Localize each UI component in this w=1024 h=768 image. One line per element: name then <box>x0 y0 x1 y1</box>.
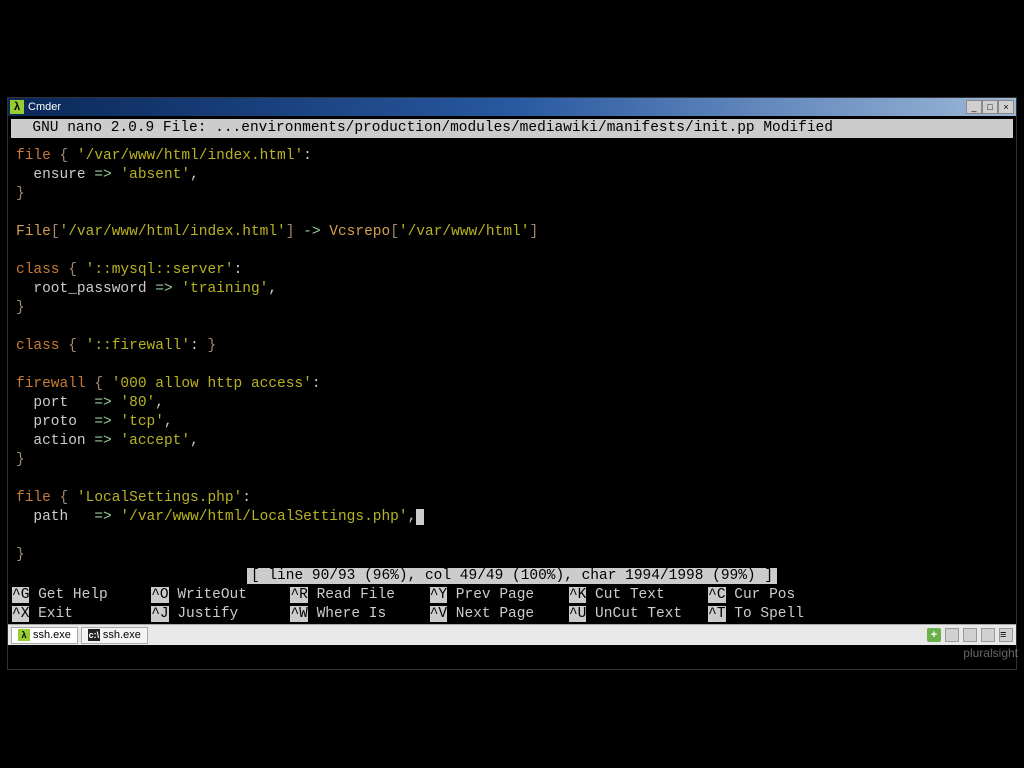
app-icon: λ <box>10 100 24 114</box>
cmder-window: λ Cmder _ □ × GNU nano 2.0.9 File: ...en… <box>7 97 1017 670</box>
tab-label: ssh.exe <box>33 629 71 641</box>
nano-shortcuts-row: ^G Get Help ^O WriteOut ^R Read File ^Y … <box>8 586 1016 605</box>
code-line: action => 'accept', <box>16 432 1008 451</box>
lambda-icon: λ <box>18 629 30 641</box>
shortcut-readfile[interactable]: ^R <box>290 587 307 603</box>
code-line: } <box>16 185 1008 204</box>
blank-line <box>16 356 1008 375</box>
terminal[interactable]: GNU nano 2.0.9 File: ...environments/pro… <box>8 119 1016 624</box>
tray-button-3[interactable] <box>981 628 995 642</box>
editor-body[interactable]: file { '/var/www/html/index.html': ensur… <box>8 141 1016 565</box>
blank-line <box>16 204 1008 223</box>
code-line: firewall { '000 allow http access': <box>16 375 1008 394</box>
code-line: root_password => 'training', <box>16 280 1008 299</box>
blank-line <box>16 527 1008 546</box>
shortcut-writeout[interactable]: ^O <box>151 587 168 603</box>
code-line: class { '::firewall': } <box>16 337 1008 356</box>
titlebar[interactable]: λ Cmder _ □ × <box>8 98 1016 116</box>
close-button[interactable]: × <box>998 100 1014 114</box>
tray-button-2[interactable] <box>963 628 977 642</box>
new-tab-button[interactable]: + <box>927 628 941 642</box>
shortcut-nextpage[interactable]: ^V <box>430 606 447 622</box>
tab-ssh-2[interactable]: c:\ ssh.exe <box>81 627 148 644</box>
code-line: } <box>16 451 1008 470</box>
nano-shortcuts-row: ^X Exit ^J Justify ^W Where Is ^V Next P… <box>8 605 1016 624</box>
tray-menu-button[interactable]: ≡ <box>999 628 1013 642</box>
shortcut-uncut[interactable]: ^U <box>569 606 586 622</box>
code-line: file { 'LocalSettings.php': <box>16 489 1008 508</box>
shortcut-curpos[interactable]: ^C <box>708 587 725 603</box>
blank-line <box>16 470 1008 489</box>
code-line: path => '/var/www/html/LocalSettings.php… <box>16 508 1008 527</box>
code-line: proto => 'tcp', <box>16 413 1008 432</box>
tray-button-1[interactable] <box>945 628 959 642</box>
code-line: file { '/var/www/html/index.html': <box>16 147 1008 166</box>
shortcut-justify[interactable]: ^J <box>151 606 168 622</box>
cursor <box>416 509 424 525</box>
shortcut-whereis[interactable]: ^W <box>290 606 307 622</box>
shortcut-spell[interactable]: ^T <box>708 606 725 622</box>
tab-ssh-1[interactable]: λ ssh.exe <box>11 627 78 644</box>
window-title: Cmder <box>28 101 61 113</box>
code-line: class { '::mysql::server': <box>16 261 1008 280</box>
shortcut-help[interactable]: ^G <box>12 587 29 603</box>
maximize-button[interactable]: □ <box>982 100 998 114</box>
tab-label: ssh.exe <box>103 629 141 641</box>
blank-line <box>16 318 1008 337</box>
window-controls: _ □ × <box>966 100 1014 114</box>
shortcut-prevpage[interactable]: ^Y <box>430 587 447 603</box>
code-line: } <box>16 546 1008 565</box>
nano-status: [ line 90/93 (96%), col 49/49 (100%), ch… <box>8 567 1016 586</box>
cmd-icon: c:\ <box>88 629 100 641</box>
code-line: File['/var/www/html/index.html'] -> Vcsr… <box>16 223 1008 242</box>
code-line: port => '80', <box>16 394 1008 413</box>
minimize-button[interactable]: _ <box>966 100 982 114</box>
shortcut-cut[interactable]: ^K <box>569 587 586 603</box>
code-line: ensure => 'absent', <box>16 166 1008 185</box>
taskbar: λ ssh.exe c:\ ssh.exe + ≡ <box>8 624 1016 645</box>
shortcut-exit[interactable]: ^X <box>12 606 29 622</box>
blank-line <box>16 242 1008 261</box>
watermark: pluralsight <box>963 646 1018 660</box>
code-line: } <box>16 299 1008 318</box>
nano-header: GNU nano 2.0.9 File: ...environments/pro… <box>11 119 1013 138</box>
tray: + ≡ <box>927 628 1013 642</box>
